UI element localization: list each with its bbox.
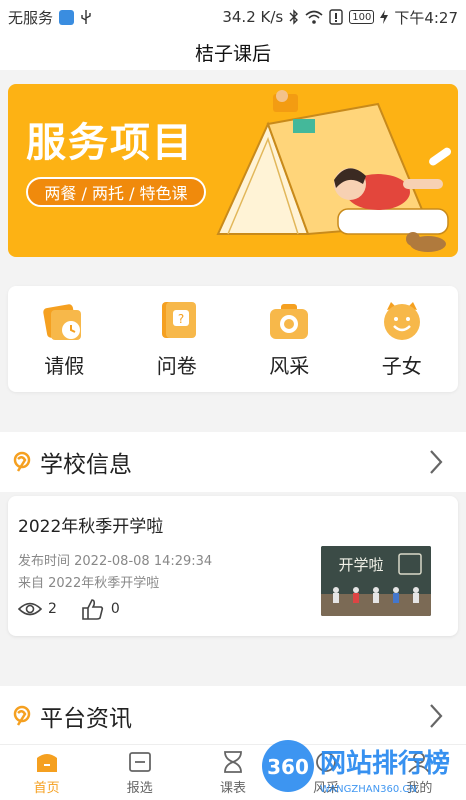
tab-home[interactable]: 首页 [7,750,87,796]
watermark-sub: WANGZHAN360.CN [320,784,417,795]
child-face-icon [383,301,420,340]
news-card[interactable]: 2022年秋季开学啦 发布时间 2022-08-08 14:29:34 来自 2… [8,496,458,636]
banner-illustration [216,90,452,252]
svg-text:?: ? [178,312,184,326]
sim-alert-icon [329,9,343,25]
chevron-right-icon[interactable] [422,702,450,730]
status-right: 34.2 K/s 100 下午4:27 [222,7,458,28]
watermark-text: 网站排行榜 [320,748,450,779]
charging-icon [380,10,389,24]
quick-action-label: 子女 [381,353,422,378]
home-icon [36,753,57,772]
status-bar: 无服务 34.2 K/s 100 下午4:27 [0,0,466,34]
quick-action-survey[interactable]: ? 问卷 [127,300,227,379]
site-watermark: 360 网站排行榜 WANGZHAN360.CN [262,740,450,795]
news-thumbnail: 开学啦 [321,546,431,616]
thumb-text: 开学啦 [338,556,383,574]
book-icon [128,751,151,772]
page-title: 桔子课后 [194,42,271,65]
hourglass-icon [224,750,242,773]
platform-news-title: 平台资讯 [40,706,132,732]
shield-icon [59,9,75,25]
likes-count: 0 [110,601,120,617]
bluetooth-icon [289,9,299,25]
school-start-image: 开学啦 [321,546,431,616]
news-publish-time: 发布时间 2022-08-08 14:29:34 [18,554,213,569]
clock-time: 下午4:27 [394,8,458,27]
platform-news-header[interactable]: 平台资讯 [0,686,466,746]
quick-actions-card: 请假 ? 问卷 风采 子女 [8,286,458,392]
school-info-title: 学校信息 [40,452,132,478]
section-logo-icon [13,451,31,472]
quick-action-children[interactable]: 子女 [352,300,452,379]
chevron-right-icon[interactable] [422,448,450,476]
quick-action-leave[interactable]: 请假 [14,300,114,379]
camera-icon [270,303,309,339]
like-thumb-icon[interactable] [81,598,105,620]
survey-question-icon: ? [161,301,196,338]
banner-title: 服务项目 [26,120,194,166]
leave-calendar-icon [43,303,82,340]
app-header: 桔子课后 [0,34,466,70]
banner-tagline: 两餐 / 两托 / 特色课 [26,177,206,207]
quick-action-label: 请假 [44,353,85,378]
quick-action-gallery[interactable]: 风采 [239,300,339,379]
wifi-icon [305,10,323,24]
status-left: 无服务 [8,7,92,28]
news-title: 2022年秋季开学啦 [18,517,164,537]
school-info-header[interactable]: 学校信息 [0,432,466,492]
views-eye-icon [18,602,42,616]
carrier-text: 无服务 [8,8,54,27]
quick-action-label: 问卷 [156,353,197,378]
tab-label: 课表 [219,780,246,796]
battery-indicator: 100 [349,10,375,24]
news-stats: 2 0 [18,598,120,620]
tab-enroll[interactable]: 报选 [100,750,180,796]
tab-label: 首页 [33,780,60,796]
section-logo-icon [13,705,31,726]
tab-label: 报选 [126,780,153,796]
network-speed: 34.2 K/s [222,8,284,26]
quick-action-label: 风采 [269,353,310,378]
views-count: 2 [48,601,57,617]
watermark-badge: 360 [267,755,309,779]
news-source: 来自 2022年秋季开学啦 [18,576,160,591]
usb-icon [81,10,91,24]
service-banner[interactable]: 服务项目 两餐 / 两托 / 特色课 [8,84,458,257]
